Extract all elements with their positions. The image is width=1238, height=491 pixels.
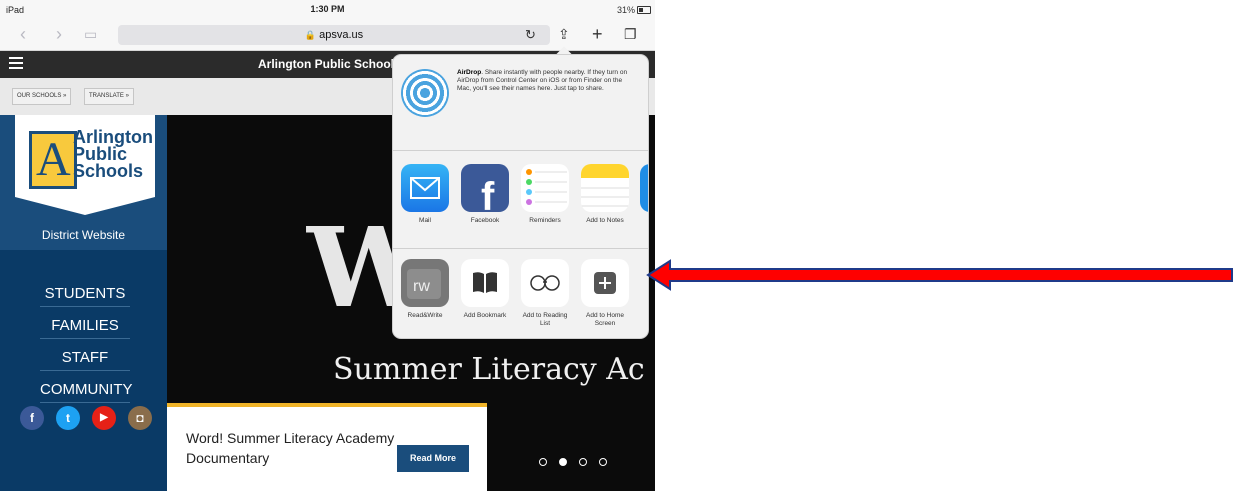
book-icon [461,259,509,307]
crumb-translate[interactable]: TRANSLATE » [84,88,134,105]
lock-icon: 🔒 [304,30,317,40]
slide-dot[interactable] [539,458,547,466]
airdrop-icon [401,69,449,117]
reload-icon[interactable]: ↻ [525,25,536,45]
annotation-arrow [646,259,1233,291]
battery-icon [637,6,651,14]
read-more-button[interactable]: Read More [397,445,469,472]
share-icon[interactable]: ⇪ [558,24,570,44]
hero-subtitle: Summer Literacy Ac [333,352,645,387]
share-apps-row: Mail f Facebook Reminders Add to Notes [393,151,648,249]
readwrite-icon: rw [401,259,449,307]
youtube-icon[interactable]: ▶ [92,406,116,430]
svg-text:rw: rw [413,278,430,295]
slide-dot[interactable] [599,458,607,466]
twitter-icon[interactable]: t [56,406,80,430]
app-icon-partial [640,164,648,212]
clock: 1:30 PM [310,4,345,14]
sidebar: A Arlington Public Schools District Websit… [0,115,167,491]
ipad-screen: iPad 1:30 PM 31% ‹ › ▭ 🔒 apsva.us ↻ ⇪ + ❐… [0,0,655,491]
back-icon[interactable]: ‹ [20,24,26,44]
district-label: District Website [41,228,126,242]
hero-card-title: Word! Summer Literacy Academy Documentar… [186,430,395,466]
share-app-mail[interactable]: Mail [400,164,450,225]
share-actions-row: rw Read&Write Add Bookmark Add to Readin… [393,249,648,338]
nav-staff[interactable]: STAFF [40,349,130,371]
slide-dot[interactable] [579,458,587,466]
mail-icon [401,164,449,212]
new-tab-icon[interactable]: + [592,24,603,44]
share-action-readwrite[interactable]: rw Read&Write [400,259,450,320]
glasses-icon [521,259,569,307]
share-app-reminders[interactable]: Reminders [520,164,570,225]
plus-icon [581,259,629,307]
nav-students[interactable]: STUDENTS [40,285,130,307]
logo-area: A Arlington Public Schools District Websit… [0,115,167,250]
share-action-bookmark[interactable]: Add Bookmark [460,259,510,320]
battery-percent: 31% [616,5,635,15]
notes-icon [581,164,629,212]
forward-icon[interactable]: › [56,24,62,44]
airdrop-section: AirDrop. Share instantly with people nea… [393,55,648,151]
hero-card: Word! Summer Literacy Academy Documentar… [167,403,487,491]
logo-text: Arlington Public Schools [73,127,153,181]
menu-icon[interactable] [9,57,23,72]
logo[interactable]: A Arlington Public Schools [15,115,155,215]
slide-dots [539,453,619,471]
reminders-icon [521,164,569,212]
facebook-app-icon: f [461,164,509,212]
logo-mark: A [29,131,77,189]
share-app-more[interactable] [640,164,648,212]
status-bar: iPad 1:30 PM 31% [0,0,655,20]
site-title: Arlington Public Schools [258,57,401,71]
tabs-icon[interactable]: ❐ [624,24,637,44]
share-app-facebook[interactable]: f Facebook [460,164,510,225]
airdrop-text: AirDrop. Share instantly with people nea… [457,69,628,92]
share-sheet: AirDrop. Share instantly with people nea… [393,55,648,338]
facebook-icon[interactable]: f [20,406,44,430]
instagram-icon[interactable]: ◘ [128,406,152,430]
svg-text:f: f [481,175,495,212]
share-app-notes[interactable]: Add to Notes [580,164,630,225]
nav-community[interactable]: COMMUNITY [40,381,133,403]
address-bar[interactable]: 🔒 apsva.us [118,25,550,45]
url-text: apsva.us [319,29,364,41]
nav-families[interactable]: FAMILIES [40,317,130,339]
slide-dot[interactable] [559,458,567,466]
crumb-our-schools[interactable]: OUR SCHOOLS » [12,88,72,105]
bookmarks-icon[interactable]: ▭ [84,24,97,44]
share-action-home-screen[interactable]: Add to Home Screen [580,259,630,328]
share-action-reading-list[interactable]: Add to Reading List [520,259,570,328]
browser-toolbar: ‹ › ▭ 🔒 apsva.us ↻ ⇪ + ❐ [0,20,655,51]
